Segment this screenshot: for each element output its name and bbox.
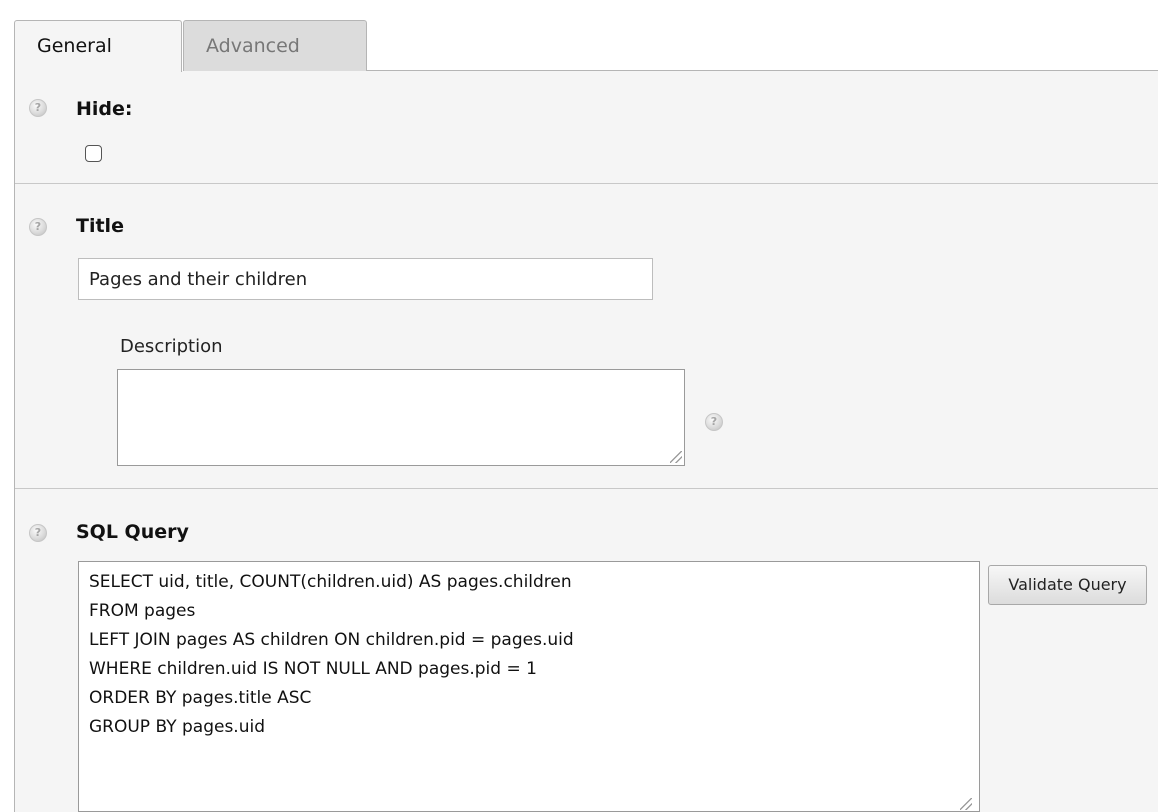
description-textarea[interactable]	[117, 369, 685, 466]
sql-query-textarea[interactable]: SELECT uid, title, COUNT(children.uid) A…	[78, 561, 980, 812]
hide-checkbox[interactable]	[85, 145, 102, 162]
section-divider	[15, 183, 1158, 184]
validate-query-button[interactable]: Validate Query	[988, 565, 1147, 605]
title-input[interactable]	[78, 258, 653, 300]
section-divider	[15, 488, 1158, 489]
resize-grip-icon[interactable]	[670, 451, 682, 463]
help-icon[interactable]: ?	[29, 99, 47, 117]
tab-bar: General Advanced	[0, 0, 1158, 72]
description-label: Description	[120, 336, 223, 357]
hide-label: Hide:	[76, 98, 133, 120]
help-icon[interactable]: ?	[29, 524, 47, 542]
title-label: Title	[76, 215, 124, 237]
help-icon[interactable]: ?	[29, 218, 47, 236]
sql-query-label: SQL Query	[76, 521, 189, 543]
general-panel: ? Hide: ? Title Description ? ? SQL Quer…	[14, 71, 1158, 812]
tab-advanced[interactable]: Advanced	[183, 20, 367, 71]
help-icon[interactable]: ?	[705, 413, 723, 431]
tab-general[interactable]: General	[14, 20, 182, 72]
